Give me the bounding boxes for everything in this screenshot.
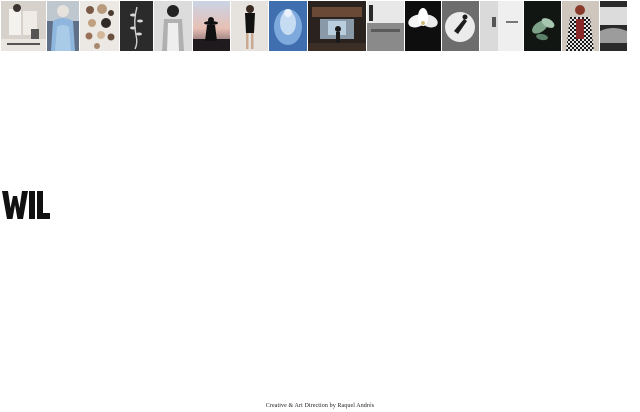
- thumbnail-4[interactable]: [120, 1, 153, 51]
- page: Creative & Art Direction by Raquel André…: [0, 0, 640, 412]
- thumbnail-1[interactable]: [1, 1, 46, 51]
- thumbnail-7[interactable]: [231, 1, 268, 51]
- thumbnail-12[interactable]: [442, 1, 479, 51]
- thumbnail-5[interactable]: [154, 1, 192, 51]
- thumbnail-9[interactable]: [308, 1, 366, 51]
- thumbnail-10[interactable]: [367, 1, 404, 51]
- thumbnail-14[interactable]: [524, 1, 561, 51]
- wil-logo-mark: [2, 191, 50, 219]
- thumbnail-16[interactable]: [600, 1, 627, 51]
- thumbnail-8[interactable]: [269, 1, 307, 51]
- thumbnail-13[interactable]: [480, 1, 523, 51]
- thumbnail-15[interactable]: [562, 1, 599, 51]
- footer-credit: Creative & Art Direction by Raquel André…: [265, 403, 375, 409]
- thumbnail-3[interactable]: [80, 1, 119, 51]
- thumbnail-2[interactable]: [47, 1, 79, 51]
- thumbnail-strip: [1, 1, 640, 51]
- wil-logo[interactable]: [2, 190, 50, 220]
- thumbnail-6[interactable]: [193, 1, 230, 51]
- thumbnail-11[interactable]: [405, 1, 441, 51]
